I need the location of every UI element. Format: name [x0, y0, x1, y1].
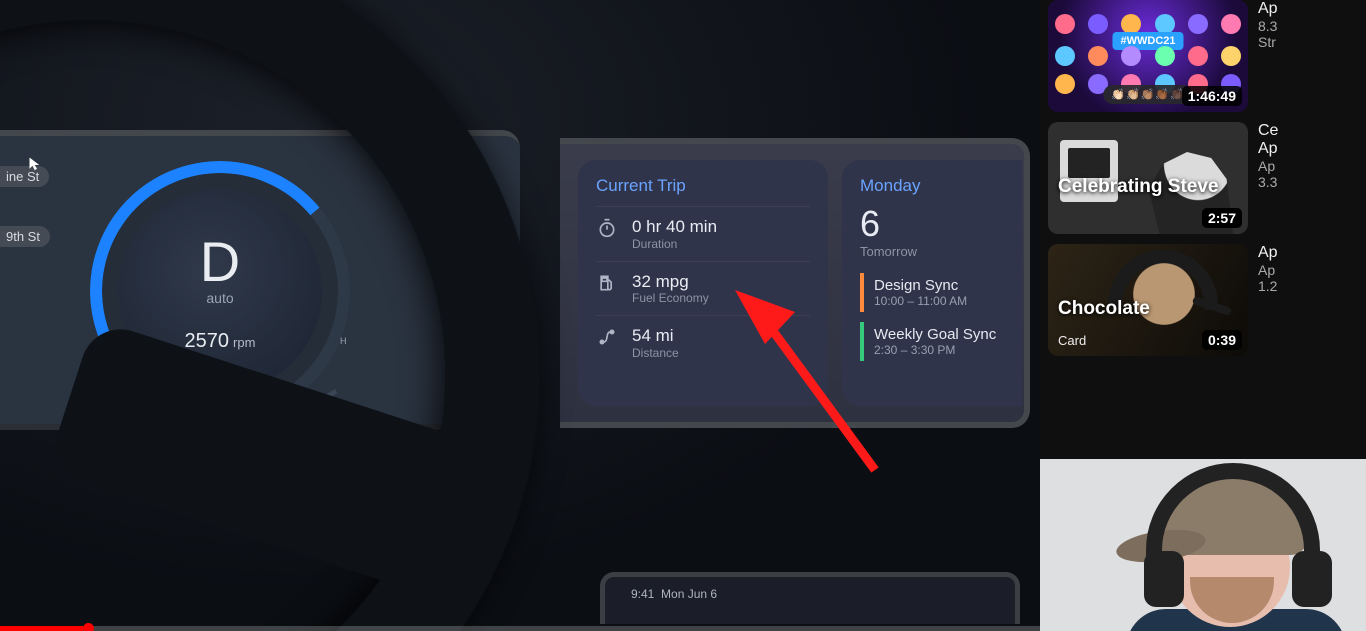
thumbnail-overlay-3: Chocolate: [1058, 298, 1150, 320]
video-progress-scrubber[interactable]: [83, 623, 94, 631]
reaction-pill: 👏🏻👏🏼👏🏽👏🏾👏🏿: [1103, 85, 1192, 104]
video-views-2: 3.3: [1258, 174, 1358, 190]
video-channel-3: Ap: [1258, 262, 1358, 278]
trip-duration-row: 0 hr 40 minDuration: [596, 206, 810, 261]
trip-distance-row: 54 miDistance: [596, 315, 810, 370]
video-title-2b: Ap: [1258, 140, 1358, 158]
calendar-day-name: Monday: [860, 176, 1004, 196]
suggested-video-2[interactable]: Celebrating Steve 2:57 Ce Ap Ap 3.3: [1040, 122, 1366, 244]
calendar-relative: Tomorrow: [860, 244, 1004, 259]
fuel-pump-icon: [596, 272, 618, 294]
video-title-2a: Ce: [1258, 122, 1358, 140]
video-title-3: Ap: [1258, 244, 1358, 262]
duration-badge-2: 2:57: [1202, 208, 1242, 228]
status-bar-time: 9:41 Mon Jun 6: [631, 587, 717, 601]
commentator-webcam: [1040, 459, 1366, 631]
video-views-3: 1.2: [1258, 278, 1358, 294]
video-title-1: Ap: [1258, 0, 1358, 18]
duration-badge-1: 1:46:49: [1182, 86, 1242, 106]
infotainment-top-strip: Current Trip 0 hr 40 minDuration 32 mpgF…: [560, 138, 1030, 428]
calendar-day-number: 6: [860, 206, 1004, 242]
calendar-event-2[interactable]: Weekly Goal Sync 2:30 – 3:30 PM: [860, 322, 1004, 361]
current-trip-widget[interactable]: Current Trip 0 hr 40 minDuration 32 mpgF…: [578, 160, 828, 406]
suggested-video-1[interactable]: #WWDC21 👏🏻👏🏼👏🏽👏🏾👏🏿 1:46:49 Ap 8.3 Str: [1040, 0, 1366, 122]
thumbnail-2[interactable]: Celebrating Steve 2:57: [1048, 122, 1248, 234]
video-extra-1: Str: [1258, 34, 1358, 50]
suggested-video-3[interactable]: Chocolate Card 0:39 Ap Ap 1.2: [1040, 244, 1366, 366]
apple-card-label: Card: [1056, 333, 1086, 348]
trip-widget-title: Current Trip: [596, 176, 810, 196]
route-icon: [596, 326, 618, 348]
video-channel-1: 8.3: [1258, 18, 1358, 34]
thumbnail-1[interactable]: #WWDC21 👏🏻👏🏼👏🏽👏🏾👏🏿 1:46:49: [1048, 0, 1248, 112]
thumbnail-overlay-2: Celebrating Steve: [1058, 176, 1219, 198]
video-player[interactable]: ine St 9th St D auto 2570rpm TRIP: 21 mi…: [0, 0, 1040, 631]
trip-fuel-row: 32 mpgFuel Economy: [596, 261, 810, 316]
duration-badge-3: 0:39: [1202, 330, 1242, 350]
stopwatch-icon: [596, 217, 618, 239]
calendar-widget[interactable]: Monday 6 Tomorrow Design Sync 10:00 – 11…: [842, 160, 1022, 406]
thumbnail-3[interactable]: Chocolate Card 0:39: [1048, 244, 1248, 356]
video-progress-fill: [0, 626, 83, 631]
video-progress-bar[interactable]: [0, 626, 1040, 631]
calendar-event-1[interactable]: Design Sync 10:00 – 11:00 AM: [860, 273, 1004, 312]
center-console-screen: 9:41 Mon Jun 6: [600, 572, 1020, 624]
video-channel-2: Ap: [1258, 158, 1358, 174]
